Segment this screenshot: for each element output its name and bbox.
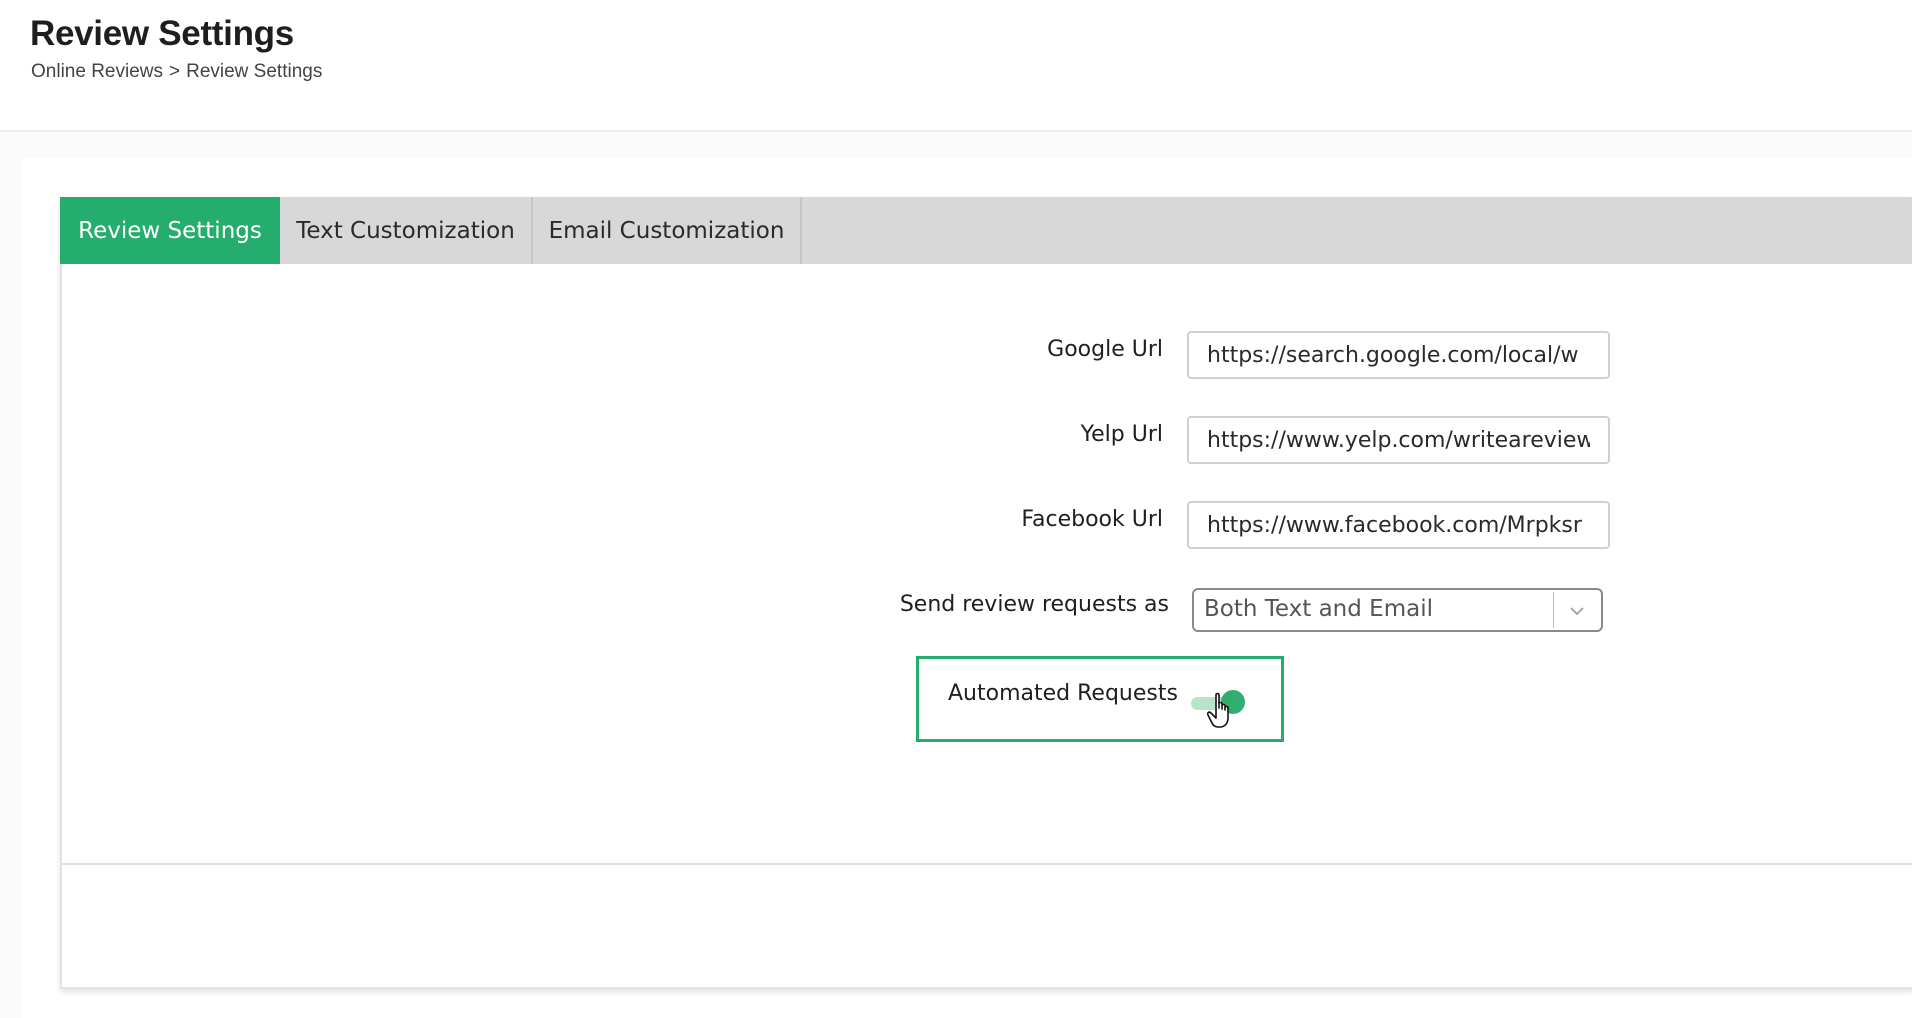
- yelp-url-input[interactable]: [1187, 416, 1610, 464]
- select-divider: [1553, 592, 1554, 628]
- facebook-url-input[interactable]: [1187, 501, 1610, 549]
- send-as-label: Send review requests as: [899, 592, 1169, 617]
- google-url-input[interactable]: [1187, 331, 1610, 379]
- automated-requests-toggle[interactable]: [1191, 687, 1245, 717]
- tab-review-settings[interactable]: Review Settings: [60, 197, 280, 264]
- send-as-select[interactable]: Both Text and Email: [1192, 588, 1603, 632]
- toggle-knob: [1221, 690, 1245, 714]
- panel-divider: [62, 863, 1912, 865]
- automated-requests-box: Automated Requests: [916, 656, 1284, 742]
- breadcrumb: Online Reviews > Review Settings: [31, 61, 322, 83]
- automated-requests-label: Automated Requests: [948, 681, 1178, 706]
- google-url-label: Google Url: [1047, 337, 1163, 362]
- yelp-url-label: Yelp Url: [1080, 422, 1163, 447]
- tab-email-customization[interactable]: Email Customization: [533, 197, 802, 264]
- breadcrumb-parent-link[interactable]: Online Reviews: [31, 61, 163, 83]
- send-as-selected-value: Both Text and Email: [1204, 596, 1433, 622]
- tab-text-customization[interactable]: Text Customization: [280, 197, 533, 264]
- chevron-down-icon[interactable]: [1562, 599, 1592, 623]
- facebook-url-label: Facebook Url: [1021, 507, 1163, 532]
- tab-bar: Review Settings Text Customization Email…: [60, 197, 1912, 264]
- page-header: Review Settings Online Reviews > Review …: [0, 0, 1912, 132]
- breadcrumb-current: Review Settings: [186, 61, 323, 82]
- breadcrumb-separator: >: [169, 61, 181, 82]
- page-title: Review Settings: [30, 14, 294, 53]
